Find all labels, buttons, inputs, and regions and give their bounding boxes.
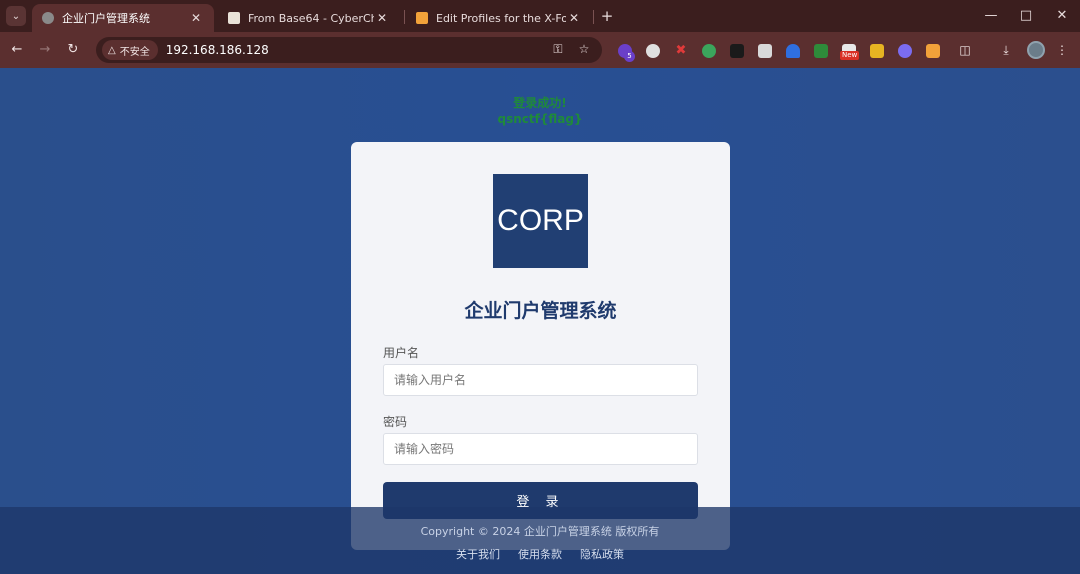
extension-tree-icon[interactable]: [814, 44, 828, 58]
plus-icon: +: [600, 7, 614, 25]
extension-dark-icon[interactable]: [730, 44, 744, 58]
username-input[interactable]: [383, 364, 698, 396]
warning-icon: △: [108, 44, 116, 56]
page-footer: Copyright © 2024 企业门户管理系统 版权所有 关于我们 使用条款…: [0, 507, 1080, 574]
system-title: 企业门户管理系统: [464, 300, 617, 322]
logo-text: CORP: [497, 204, 584, 237]
minimize-button[interactable]: —: [984, 8, 998, 24]
password-key-icon[interactable]: ⚿: [550, 42, 566, 57]
modheader-icon: [416, 12, 428, 24]
login-card: CORP 企业门户管理系统 用户名 密码 登 录: [351, 142, 730, 550]
tab-search-button[interactable]: ⌄: [6, 6, 26, 26]
back-arrow-icon: ←: [11, 42, 23, 57]
footer-link-about[interactable]: 关于我们: [456, 546, 500, 562]
maximize-icon: □: [1019, 8, 1033, 23]
tab-portal[interactable]: 企业门户管理系统 ✕: [32, 4, 214, 32]
password-input[interactable]: [383, 433, 698, 465]
chef-hat-icon: [228, 12, 240, 24]
reload-button[interactable]: ↻: [64, 41, 82, 59]
tab-edit-profiles[interactable]: Edit Profiles for the X-Forwar ✕: [406, 4, 592, 32]
extension-new-badge: New: [840, 51, 860, 60]
security-chip[interactable]: △ 不安全: [102, 40, 158, 60]
extension-modheader-icon[interactable]: [926, 44, 940, 58]
flag-message: qsnctf{flag}: [497, 112, 583, 126]
close-icon[interactable]: ✕: [374, 11, 390, 25]
extension-yellow-icon[interactable]: [870, 44, 884, 58]
tab-title: From Base64 - CyberChef: [248, 11, 374, 25]
download-icon[interactable]: ⤓: [998, 43, 1014, 58]
tab-bar: ⌄ 企业门户管理系统 ✕ From Base64 - CyberChef ✕ E…: [0, 0, 1080, 32]
puzzle-icon[interactable]: ◫: [957, 43, 973, 57]
forward-button[interactable]: →: [36, 41, 54, 59]
close-icon[interactable]: ✕: [566, 11, 582, 25]
profile-avatar[interactable]: [1027, 41, 1045, 59]
footer-link-terms[interactable]: 使用条款: [518, 546, 562, 562]
corp-logo: CORP: [493, 174, 588, 268]
footer-links: 关于我们 使用条款 隐私政策: [0, 546, 1080, 562]
url-text[interactable]: 192.168.186.128: [166, 43, 269, 57]
tab-title: 企业门户管理系统: [62, 12, 150, 25]
address-bar[interactable]: △ 不安全 192.168.186.128 ⚿ ☆: [96, 37, 602, 63]
tab-divider: [593, 10, 594, 24]
minimize-icon: —: [984, 8, 998, 23]
tab-cyberchef[interactable]: From Base64 - CyberChef ✕: [218, 4, 400, 32]
tab-divider: [404, 10, 405, 24]
forward-arrow-icon: →: [39, 42, 51, 57]
username-label: 用户名: [383, 346, 420, 360]
extension-cloud-icon[interactable]: [646, 44, 660, 58]
tab-title: Edit Profiles for the X-Forwar: [436, 11, 566, 25]
back-button[interactable]: ←: [8, 41, 26, 59]
extension-x-icon[interactable]: ✖: [674, 44, 688, 58]
close-icon: ✕: [1056, 8, 1068, 23]
extension-glasses-icon[interactable]: [758, 44, 772, 58]
password-label: 密码: [383, 415, 408, 429]
chevron-down-icon: ⌄: [11, 10, 21, 22]
browser-toolbar: ← → ↻ △ 不安全 192.168.186.128 ⚿ ☆ ✖ ◫ ⤓ ⋮: [0, 32, 1080, 68]
extension-drop-icon[interactable]: [786, 44, 800, 58]
reload-icon: ↻: [67, 42, 79, 57]
extension-hex-icon[interactable]: [898, 44, 912, 58]
maximize-button[interactable]: □: [1019, 8, 1033, 24]
globe-icon: [42, 12, 54, 24]
star-icon[interactable]: ☆: [576, 42, 592, 56]
login-success-message: 登录成功!: [513, 96, 567, 110]
page-body: 登录成功! qsnctf{flag} CORP 企业门户管理系统 用户名 密码 …: [0, 68, 1080, 574]
security-label: 不安全: [119, 46, 150, 58]
kebab-menu-icon[interactable]: ⋮: [1054, 43, 1070, 57]
extension-globe-icon[interactable]: [702, 44, 716, 58]
close-icon[interactable]: ✕: [188, 11, 204, 25]
footer-link-privacy[interactable]: 隐私政策: [580, 546, 624, 562]
extension-count-badge: 5: [624, 51, 635, 62]
window-close-button[interactable]: ✕: [1055, 8, 1069, 24]
copyright-text: Copyright © 2024 企业门户管理系统 版权所有: [420, 525, 660, 538]
new-tab-button[interactable]: +: [598, 7, 616, 25]
